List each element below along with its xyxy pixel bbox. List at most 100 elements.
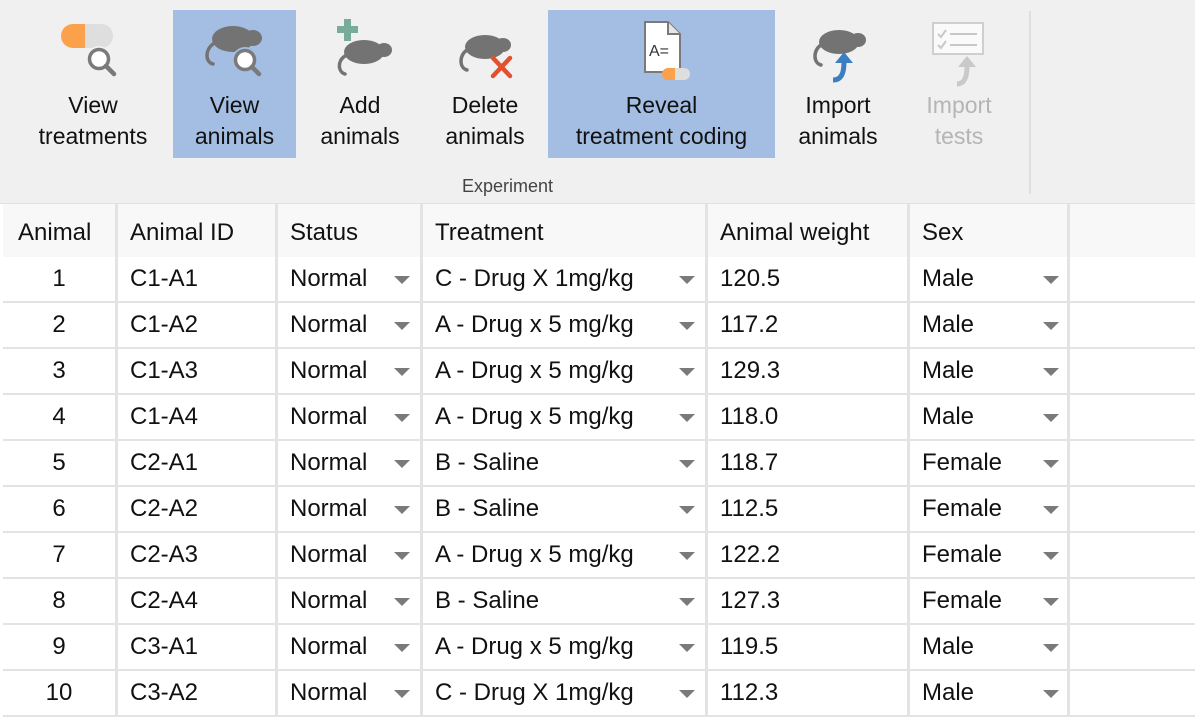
chevron-down-icon[interactable]: [1043, 322, 1059, 330]
chevron-down-icon[interactable]: [679, 322, 695, 330]
animal-id-cell[interactable]: C1-A2: [118, 303, 278, 347]
animal-weight-cell[interactable]: 129.3: [708, 349, 910, 393]
animal-id-cell[interactable]: C1-A4: [118, 395, 278, 439]
animal-id-cell[interactable]: C3-A1: [118, 625, 278, 669]
treatment-dropdown[interactable]: B - Saline: [423, 487, 708, 531]
animal-number-cell[interactable]: 2: [3, 303, 118, 347]
sex-dropdown[interactable]: Male: [910, 349, 1070, 393]
status-dropdown[interactable]: Normal: [278, 349, 423, 393]
chevron-down-icon[interactable]: [679, 414, 695, 422]
chevron-down-icon[interactable]: [394, 552, 410, 560]
animal-number-cell[interactable]: 6: [3, 487, 118, 531]
animal-number-cell[interactable]: 4: [3, 395, 118, 439]
animal-id-cell[interactable]: C1-A1: [118, 257, 278, 301]
add-animals-button[interactable]: Add animals: [310, 10, 410, 158]
animal-number-cell[interactable]: 5: [3, 441, 118, 485]
status-dropdown[interactable]: Normal: [278, 441, 423, 485]
animal-weight-cell[interactable]: 122.2: [708, 533, 910, 577]
chevron-down-icon[interactable]: [1043, 460, 1059, 468]
chevron-down-icon[interactable]: [1043, 690, 1059, 698]
animal-weight-cell[interactable]: 112.5: [708, 487, 910, 531]
treatment-dropdown[interactable]: A - Drug x 5 mg/kg: [423, 349, 708, 393]
animal-weight-cell[interactable]: 112.3: [708, 671, 910, 715]
chevron-down-icon[interactable]: [394, 644, 410, 652]
chevron-down-icon[interactable]: [1043, 552, 1059, 560]
sex-dropdown[interactable]: Male: [910, 303, 1070, 347]
sex-dropdown[interactable]: Female: [910, 441, 1070, 485]
chevron-down-icon[interactable]: [1043, 276, 1059, 284]
treatment-dropdown[interactable]: A - Drug x 5 mg/kg: [423, 303, 708, 347]
sex-dropdown[interactable]: Female: [910, 533, 1070, 577]
animal-number-cell[interactable]: 9: [3, 625, 118, 669]
status-dropdown[interactable]: Normal: [278, 533, 423, 577]
chevron-down-icon[interactable]: [394, 368, 410, 376]
status-dropdown[interactable]: Normal: [278, 303, 423, 347]
chevron-down-icon[interactable]: [679, 644, 695, 652]
column-header-animal[interactable]: Animal: [3, 204, 118, 257]
animal-weight-cell[interactable]: 119.5: [708, 625, 910, 669]
status-dropdown[interactable]: Normal: [278, 579, 423, 623]
animal-number-cell[interactable]: 1: [3, 257, 118, 301]
animal-id-cell[interactable]: C1-A3: [118, 349, 278, 393]
chevron-down-icon[interactable]: [679, 506, 695, 514]
chevron-down-icon[interactable]: [394, 598, 410, 606]
animal-id-cell[interactable]: C2-A2: [118, 487, 278, 531]
chevron-down-icon[interactable]: [394, 460, 410, 468]
chevron-down-icon[interactable]: [394, 322, 410, 330]
chevron-down-icon[interactable]: [679, 598, 695, 606]
column-header-status[interactable]: Status: [278, 204, 423, 257]
status-dropdown[interactable]: Normal: [278, 671, 423, 715]
animal-weight-cell[interactable]: 117.2: [708, 303, 910, 347]
status-dropdown[interactable]: Normal: [278, 625, 423, 669]
view-treatments-button[interactable]: View treatments: [33, 10, 153, 158]
animal-weight-cell[interactable]: 118.0: [708, 395, 910, 439]
chevron-down-icon[interactable]: [394, 690, 410, 698]
reveal-treatment-coding-button[interactable]: A= Reveal treatment coding: [548, 10, 775, 158]
delete-animals-button[interactable]: Delete animals: [435, 10, 535, 158]
chevron-down-icon[interactable]: [394, 506, 410, 514]
status-dropdown[interactable]: Normal: [278, 257, 423, 301]
sex-dropdown[interactable]: Male: [910, 671, 1070, 715]
animal-number-cell[interactable]: 3: [3, 349, 118, 393]
animal-number-cell[interactable]: 10: [3, 671, 118, 715]
chevron-down-icon[interactable]: [1043, 644, 1059, 652]
status-dropdown[interactable]: Normal: [278, 487, 423, 531]
sex-dropdown[interactable]: Male: [910, 395, 1070, 439]
animal-id-cell[interactable]: C2-A4: [118, 579, 278, 623]
chevron-down-icon[interactable]: [679, 276, 695, 284]
chevron-down-icon[interactable]: [1043, 598, 1059, 606]
animal-number-cell[interactable]: 7: [3, 533, 118, 577]
treatment-dropdown[interactable]: A - Drug x 5 mg/kg: [423, 533, 708, 577]
sex-dropdown[interactable]: Male: [910, 625, 1070, 669]
chevron-down-icon[interactable]: [1043, 506, 1059, 514]
import-tests-button[interactable]: Import tests: [910, 10, 1008, 158]
column-header-sex[interactable]: Sex: [910, 204, 1070, 257]
treatment-dropdown[interactable]: C - Drug X 1mg/kg: [423, 671, 708, 715]
chevron-down-icon[interactable]: [1043, 368, 1059, 376]
chevron-down-icon[interactable]: [679, 368, 695, 376]
chevron-down-icon[interactable]: [679, 460, 695, 468]
animal-weight-cell[interactable]: 120.5: [708, 257, 910, 301]
chevron-down-icon[interactable]: [679, 690, 695, 698]
sex-dropdown[interactable]: Female: [910, 579, 1070, 623]
status-dropdown[interactable]: Normal: [278, 395, 423, 439]
view-animals-button[interactable]: View animals: [173, 10, 296, 158]
chevron-down-icon[interactable]: [394, 414, 410, 422]
column-header-treatment[interactable]: Treatment: [423, 204, 708, 257]
column-header-animal-id[interactable]: Animal ID: [118, 204, 278, 257]
treatment-dropdown[interactable]: B - Saline: [423, 441, 708, 485]
animal-number-cell[interactable]: 8: [3, 579, 118, 623]
import-animals-button[interactable]: Import animals: [788, 10, 888, 158]
column-header-animal-weight[interactable]: Animal weight: [708, 204, 910, 257]
chevron-down-icon[interactable]: [679, 552, 695, 560]
animal-id-cell[interactable]: C2-A3: [118, 533, 278, 577]
treatment-dropdown[interactable]: A - Drug x 5 mg/kg: [423, 395, 708, 439]
sex-dropdown[interactable]: Male: [910, 257, 1070, 301]
treatment-dropdown[interactable]: B - Saline: [423, 579, 708, 623]
animal-weight-cell[interactable]: 118.7: [708, 441, 910, 485]
sex-dropdown[interactable]: Female: [910, 487, 1070, 531]
chevron-down-icon[interactable]: [394, 276, 410, 284]
animal-id-cell[interactable]: C2-A1: [118, 441, 278, 485]
chevron-down-icon[interactable]: [1043, 414, 1059, 422]
treatment-dropdown[interactable]: C - Drug X 1mg/kg: [423, 257, 708, 301]
